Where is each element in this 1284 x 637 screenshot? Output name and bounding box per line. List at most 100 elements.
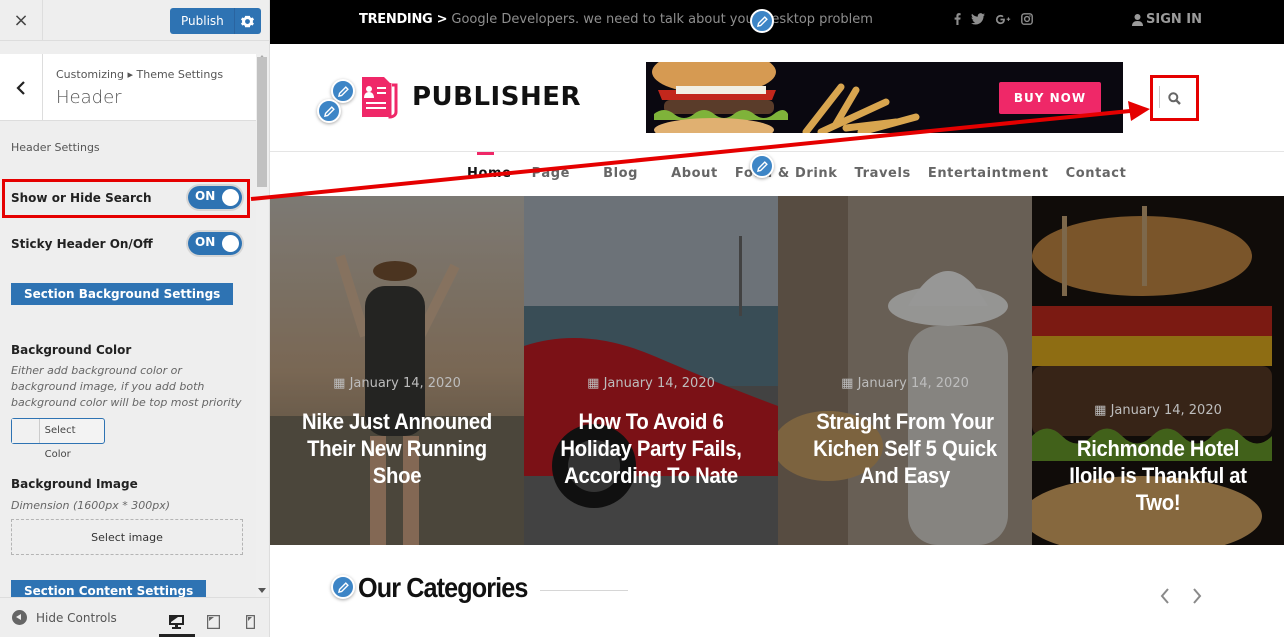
nav-item-page[interactable]: Page xyxy=(532,166,570,181)
pencil-icon xyxy=(323,105,335,117)
nav-item-home[interactable]: Home xyxy=(467,152,512,181)
scrollbar-thumb[interactable] xyxy=(257,57,267,187)
slide-date: ▦ January 14, 2020 xyxy=(841,376,969,391)
calendar-icon: ▦ xyxy=(841,376,854,391)
edit-shortcut-categories[interactable] xyxy=(331,575,355,599)
our-categories-heading: Our Categories xyxy=(358,572,528,603)
featured-slider: ▦ January 14, 2020 Nike Just Announed Th… xyxy=(270,196,1284,545)
instagram-icon[interactable] xyxy=(1021,13,1033,25)
gear-icon xyxy=(241,15,255,27)
control-label: Sticky Header On/Off xyxy=(11,237,153,251)
panel-header: Customizing ▸ Theme Settings Header xyxy=(0,54,256,121)
carousel-next-button[interactable] xyxy=(1192,585,1202,610)
advertisement-banner[interactable]: BUY NOW xyxy=(646,62,1123,133)
nav-item-travels[interactable]: Travels xyxy=(855,166,911,181)
slide-card[interactable]: ▦ January 14, 2020 How To Avoid 6 Holida… xyxy=(524,196,778,545)
select-image-label: Select image xyxy=(91,530,163,544)
slide-title[interactable]: Nike Just Announed Their New Running Sho… xyxy=(291,408,503,489)
slide-card[interactable]: ▦ January 14, 2020 Straight From Your Ki… xyxy=(778,196,1032,545)
slide-date: ▦ January 14, 2020 xyxy=(587,376,715,391)
chevron-left-icon xyxy=(1160,588,1169,604)
customizer-screen: × Publish Customizing ▸ Theme Settings H… xyxy=(0,0,1284,637)
preview-mobile-button[interactable] xyxy=(233,606,267,637)
select-image-button[interactable]: Select image xyxy=(11,519,243,555)
nav-item-entertainment[interactable]: Entertaintment xyxy=(928,166,1049,181)
back-button[interactable] xyxy=(0,54,43,121)
nav-divider xyxy=(270,151,1284,152)
buy-now-button[interactable]: BUY NOW xyxy=(999,82,1101,114)
pencil-icon xyxy=(337,581,349,593)
background-color-description: Either add background color or backgroun… xyxy=(11,364,242,409)
nav-item-about[interactable]: About xyxy=(671,166,718,181)
nav-item-contact[interactable]: Contact xyxy=(1066,166,1127,181)
trending-ticker[interactable]: TRENDING > Google Developers. we need to… xyxy=(359,12,873,27)
facebook-icon[interactable] xyxy=(954,13,961,25)
section-background-settings-button[interactable]: Section Background Settings xyxy=(11,283,234,305)
site-preview: TRENDING > Google Developers. we need to… xyxy=(270,0,1284,637)
logo-text: PUBLISHER xyxy=(412,82,581,112)
slide-overlay xyxy=(270,196,524,545)
slide-title[interactable]: Straight From Your Kichen Self 5 Quick A… xyxy=(799,408,1011,489)
calendar-icon: ▦ xyxy=(333,376,346,391)
newspaper-logo-icon xyxy=(362,77,398,119)
breadcrumb: Customizing ▸ Theme Settings xyxy=(56,68,224,81)
mobile-icon xyxy=(245,615,255,629)
slide-date: ▦ January 14, 2020 xyxy=(1094,403,1222,418)
search-icon xyxy=(1168,91,1181,105)
close-customizer-button[interactable]: × xyxy=(0,0,43,41)
chevron-left-icon xyxy=(16,80,25,95)
sign-in-link[interactable]: SIGN IN xyxy=(1132,12,1202,27)
annotation-highlight-box xyxy=(2,179,250,218)
sticky-header-toggle[interactable]: ON xyxy=(188,232,242,255)
background-color-title: Background Color xyxy=(11,343,132,357)
sign-in-label: SIGN IN xyxy=(1146,12,1202,27)
preview-desktop-button[interactable] xyxy=(159,606,195,637)
panel-scrollbar[interactable] xyxy=(256,53,268,597)
pencil-icon xyxy=(756,160,768,172)
pencil-icon xyxy=(756,15,768,27)
edit-shortcut-menu[interactable] xyxy=(750,154,774,178)
publish-button-group: Publish xyxy=(170,8,261,34)
hide-controls-label: Hide Controls xyxy=(36,610,117,625)
main-navigation: Home Page Blog About Food & Drink Travel… xyxy=(467,152,1127,181)
select-color-button[interactable]: Select Color xyxy=(11,418,105,460)
background-image-dimension: Dimension (1600px * 300px) xyxy=(11,499,171,512)
google-plus-icon[interactable] xyxy=(995,14,1011,25)
toggle-state: ON xyxy=(195,235,216,249)
slide-overlay xyxy=(524,196,778,545)
hide-controls-button[interactable]: Hide Controls xyxy=(12,610,117,625)
publish-button[interactable]: Publish xyxy=(170,8,235,34)
trending-headline[interactable]: Google Developers. we need to talk about… xyxy=(451,12,873,27)
nav-item-blog[interactable]: Blog xyxy=(603,166,638,181)
customizer-header-bar: × Publish xyxy=(0,0,269,41)
publish-settings-button[interactable] xyxy=(234,8,261,34)
header-search-button[interactable] xyxy=(1150,75,1199,121)
calendar-icon: ▦ xyxy=(1094,403,1107,418)
customizer-footer: Hide Controls xyxy=(0,597,269,637)
slide-title[interactable]: Richmonde Hotel Iloilo is Thankful at Tw… xyxy=(1053,435,1263,516)
calendar-icon: ▦ xyxy=(587,376,600,391)
close-icon: × xyxy=(13,10,29,31)
slide-card[interactable]: ▦ January 14, 2020 Nike Just Announed Th… xyxy=(270,196,524,545)
sticky-header-control: Sticky Header On/Off ON xyxy=(11,232,246,258)
tablet-icon xyxy=(206,615,220,629)
panel-title: Header xyxy=(56,87,122,108)
toggle-knob xyxy=(222,235,239,252)
preview-tablet-button[interactable] xyxy=(196,606,230,637)
heading-underline xyxy=(540,590,628,591)
user-icon xyxy=(1132,13,1143,26)
twitter-icon[interactable] xyxy=(971,13,985,25)
site-topbar: TRENDING > Google Developers. we need to… xyxy=(270,0,1284,44)
slide-title[interactable]: How To Avoid 6 Holiday Party Fails, Acco… xyxy=(545,408,757,489)
scroll-down-arrow[interactable] xyxy=(258,588,266,593)
edit-shortcut-topbar[interactable] xyxy=(750,9,774,33)
slide-card[interactable]: ▦ January 14, 2020 Richmonde Hotel Iloil… xyxy=(1032,196,1284,545)
edit-shortcut-site-identity[interactable] xyxy=(317,99,341,123)
social-links xyxy=(954,13,1033,25)
customizer-panel: Customizing ▸ Theme Settings Header Head… xyxy=(0,41,256,597)
carousel-prev-button[interactable] xyxy=(1160,585,1170,610)
chevron-right-icon xyxy=(1193,588,1202,604)
section-content-settings-button[interactable]: Section Content Settings xyxy=(11,580,207,597)
trending-label: TRENDING > xyxy=(359,12,448,27)
site-logo[interactable]: PUBLISHER xyxy=(358,75,581,119)
